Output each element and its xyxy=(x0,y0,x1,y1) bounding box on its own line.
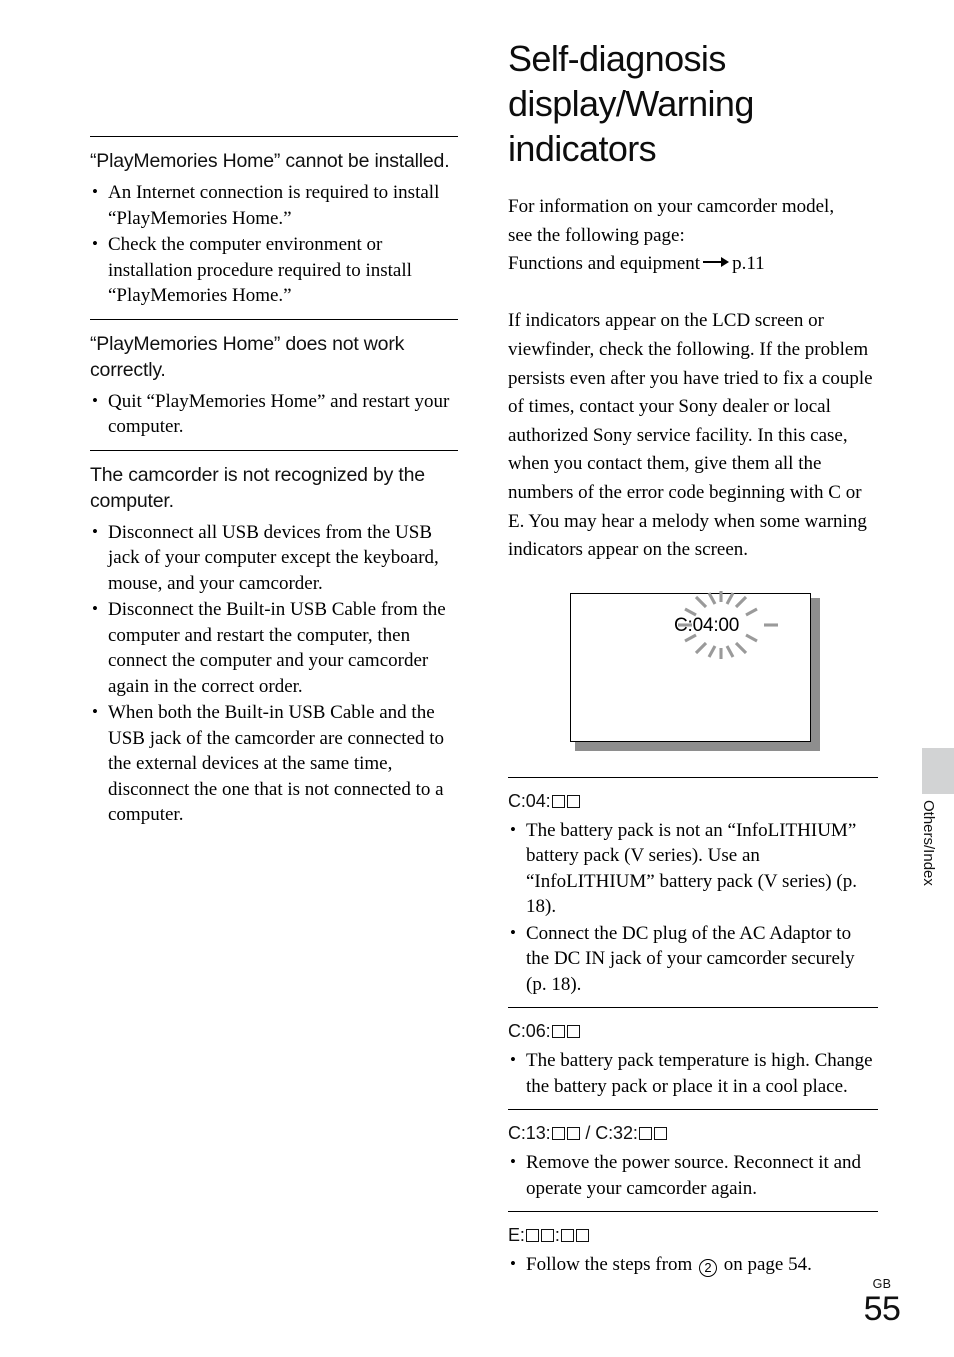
side-tab-marker xyxy=(922,748,954,794)
section-divider xyxy=(508,776,878,778)
section-divider xyxy=(90,449,458,451)
section-heading: The camcorder is not recognized by the c… xyxy=(90,463,425,512)
bullet-list: Remove the power source. Reconnect it an… xyxy=(508,1149,878,1201)
section-heading: “PlayMemories Home” does not work correc… xyxy=(90,332,405,381)
code-section-c06: C:06: The battery pack temperature is hi… xyxy=(508,1007,878,1099)
section-divider xyxy=(508,1109,878,1111)
code-placeholder-box xyxy=(566,1127,580,1141)
section-divider xyxy=(508,1211,878,1213)
bullet-list: Quit “PlayMemories Home” and restart you… xyxy=(90,388,458,440)
section-divider xyxy=(90,136,458,137)
bullet-list: Disconnect all USB devices from the USB … xyxy=(90,519,458,828)
intro-paragraph-indicators: If indicators appear on the LCD screen o… xyxy=(508,310,873,561)
code-heading: C:06: xyxy=(508,1019,878,1043)
page-number: 55 xyxy=(863,1290,901,1328)
code-heading: E:: xyxy=(508,1223,878,1247)
section-divider xyxy=(90,318,458,320)
code-second-prefix: C:32: xyxy=(595,1123,638,1144)
code-placeholder-box xyxy=(560,1229,574,1243)
code-middle-separator: : xyxy=(554,1225,560,1246)
right-arrow-icon xyxy=(703,257,730,268)
code-heading: C:13: / C:32: xyxy=(508,1121,878,1145)
code-placeholder-box xyxy=(638,1127,652,1141)
section-playmemories-cannot-install: “PlayMemories Home” cannot be installed.… xyxy=(90,136,458,309)
code-prefix: C:04: xyxy=(508,790,551,811)
left-column: “PlayMemories Home” cannot be installed.… xyxy=(90,136,458,838)
code-placeholder-box xyxy=(566,794,580,808)
list-item: Remove the power source. Reconnect it an… xyxy=(508,1149,878,1201)
bullet-list: The battery pack temperature is high. Ch… xyxy=(508,1047,878,1099)
list-item: The battery pack temperature is high. Ch… xyxy=(508,1047,878,1099)
list-item-text-before: Follow the steps from xyxy=(526,1254,693,1276)
code-placeholder-box xyxy=(575,1229,589,1243)
code-prefix: C:13: xyxy=(508,1123,551,1144)
code-placeholder-box xyxy=(551,1127,565,1141)
list-item: The battery pack is not an “InfoLITHIUM”… xyxy=(508,817,878,920)
list-item: Follow the steps from 2 on page 54. xyxy=(508,1251,878,1278)
code-placeholder-box xyxy=(653,1127,667,1141)
list-item: Check the computer environment or instal… xyxy=(90,231,458,309)
list-item: When both the Built-in USB Cable and the… xyxy=(90,699,458,828)
section-divider xyxy=(508,1007,878,1009)
code-placeholder-box xyxy=(551,794,565,808)
list-item: An Internet connection is required to in… xyxy=(90,179,458,231)
list-item: Disconnect all USB devices from the USB … xyxy=(90,519,458,597)
code-heading: C:04: xyxy=(508,789,878,813)
section-playmemories-not-working: “PlayMemories Home” does not work correc… xyxy=(90,318,458,440)
lcd-illustration: C:04:00 xyxy=(570,590,820,751)
intro-line-2: see the following page: xyxy=(508,224,685,246)
reference-page: p.11 xyxy=(732,253,765,275)
section-camcorder-not-recognized: The camcorder is not recognized by the c… xyxy=(90,449,458,828)
code-placeholder-box xyxy=(566,1025,580,1039)
section-heading: “PlayMemories Home” cannot be installed. xyxy=(90,150,450,172)
code-section-e: E:: Follow the steps from 2 on page 54. xyxy=(508,1211,878,1278)
reference-label: Functions and equipment xyxy=(508,253,701,275)
intro-paragraph-reference: For information on your camcorder model,… xyxy=(508,193,878,279)
list-item: Disconnect the Built-in USB Cable from t… xyxy=(90,596,458,699)
code-separator: / xyxy=(580,1123,596,1144)
bullet-list: Follow the steps from 2 on page 54. xyxy=(508,1251,878,1278)
code-prefix: C:06: xyxy=(508,1021,551,1042)
code-placeholder-box xyxy=(525,1229,539,1243)
code-section-c13-c32: C:13: / C:32: Remove the power source. R… xyxy=(508,1109,878,1201)
code-placeholder-box xyxy=(540,1229,554,1243)
list-item-text-after: on page 54. xyxy=(723,1254,812,1276)
page-title: Self-diagnosis display/Warning indicator… xyxy=(508,38,754,169)
circled-number-icon: 2 xyxy=(699,1259,717,1278)
page-folio: GB 55 xyxy=(852,1278,912,1328)
code-placeholder-box xyxy=(551,1025,565,1039)
intro-line-1: For information on your camcorder model, xyxy=(508,196,835,217)
right-column: Self-diagnosis display/Warning indicator… xyxy=(508,36,878,1288)
bullet-list: An Internet connection is required to in… xyxy=(90,179,458,309)
side-tab-label: Others/Index xyxy=(920,800,937,886)
code-section-c04: C:04: The battery pack is not an “InfoLI… xyxy=(508,776,878,998)
lcd-display-code: C:04:00 xyxy=(674,614,740,636)
code-prefix: E: xyxy=(508,1225,525,1246)
list-item: Connect the DC plug of the AC Adaptor to… xyxy=(508,920,878,998)
list-item: Quit “PlayMemories Home” and restart you… xyxy=(90,388,458,440)
bullet-list: The battery pack is not an “InfoLITHIUM”… xyxy=(508,817,878,998)
document-page: “PlayMemories Home” cannot be installed.… xyxy=(0,0,954,1357)
